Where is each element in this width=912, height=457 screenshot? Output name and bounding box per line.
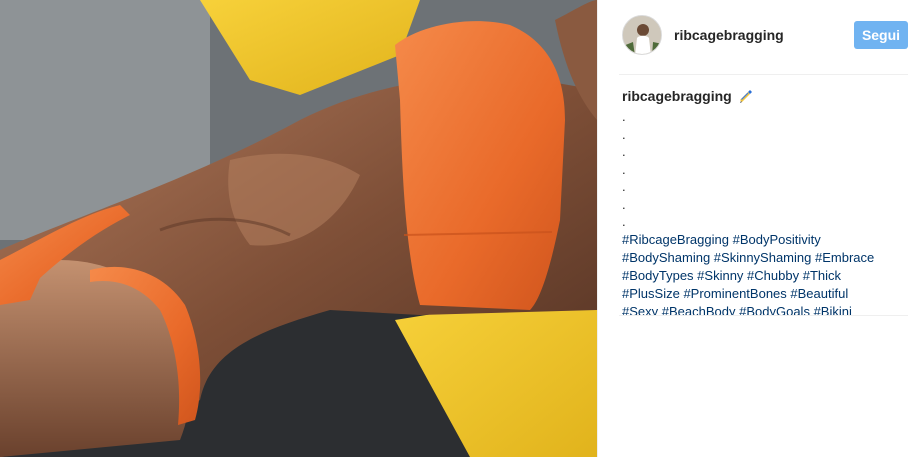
username[interactable]: ribcagebragging (674, 27, 854, 43)
hashtag-link[interactable]: #Skinny (697, 268, 743, 283)
post-photo[interactable] (0, 0, 597, 457)
post-photo-image (0, 0, 597, 457)
hashtag-link[interactable]: #Bikini (814, 304, 852, 316)
hashtag-link[interactable]: #BodyPositivity (733, 232, 821, 247)
post-header: ribcagebragging Segui (622, 14, 908, 56)
hashtag-link[interactable]: #Sexy (622, 304, 658, 316)
avatar-image (623, 16, 661, 54)
follow-button[interactable]: Segui (854, 21, 908, 49)
hashtag-link[interactable]: #Thick (803, 268, 841, 283)
hashtag-link[interactable]: #BeachBody (662, 304, 736, 316)
caption-header: ribcagebragging (622, 84, 902, 108)
caption-dot: . (622, 179, 626, 194)
hashtag-link[interactable]: #BodyShaming (622, 250, 710, 265)
post-side-panel: ribcagebragging Segui ribcagebragging . (597, 0, 912, 457)
caption-dot: . (622, 161, 626, 177)
caption-dot: . (622, 196, 626, 212)
hashtag-link[interactable]: #PlusSize (622, 286, 680, 301)
caption-dot: . (622, 214, 626, 229)
caption-author[interactable]: ribcagebragging (622, 88, 732, 104)
avatar[interactable] (622, 15, 662, 55)
hashtag-link[interactable]: #Beautiful (790, 286, 848, 301)
hashtag-link[interactable]: #BodyGoals (739, 304, 810, 316)
instagram-post: ribcagebragging Segui ribcagebragging . (0, 0, 912, 457)
hashtag-link[interactable]: #RibcageBragging (622, 232, 729, 247)
caption-hashtags: #RibcageBragging #BodyPositivity #BodySh… (622, 231, 892, 316)
caption-dot: . (622, 144, 626, 159)
header-divider (619, 74, 908, 75)
hashtag-link[interactable]: #Embrace (815, 250, 874, 265)
hashtag-link[interactable]: #Chubby (747, 268, 799, 283)
caption-dot: . (622, 109, 626, 124)
pencil-icon (738, 88, 754, 104)
post-caption: ribcagebragging . . . . . . . #RibcageBr… (622, 84, 902, 315)
caption-dot: . (622, 126, 626, 142)
hashtag-link[interactable]: #ProminentBones (683, 286, 786, 301)
caption-divider (619, 315, 908, 316)
hashtag-link[interactable]: #BodyTypes (622, 268, 694, 283)
caption-dots: . . . . . . . (622, 108, 902, 231)
hashtag-link[interactable]: #SkinnyShaming (714, 250, 812, 265)
